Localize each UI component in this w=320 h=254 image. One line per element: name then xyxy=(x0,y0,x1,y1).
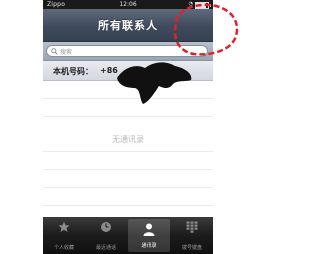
tab-label: 拨号键盘 xyxy=(181,245,202,251)
tab-favorites[interactable]: 个人收藏 xyxy=(43,217,85,254)
tab-label: 通讯录 xyxy=(141,243,157,249)
tab-contacts[interactable]: 通讯录 xyxy=(128,219,170,252)
search-input[interactable]: 搜索 xyxy=(46,45,208,57)
star-icon xyxy=(58,221,70,232)
list-divider xyxy=(43,169,213,170)
status-time: 12:06 xyxy=(119,1,137,8)
empty-contacts-text: 无通讯录 xyxy=(112,135,144,144)
phone-screen: Zippo 12:06 ◔ 所有联系人 搜索 本机号码： +86 无通讯录 个人… xyxy=(43,0,213,254)
tab-bar: 个人收藏 最近通话 通讯录 拨号键盘 xyxy=(43,217,213,254)
tab-label: 个人收藏 xyxy=(53,245,74,251)
nav-bar: 所有联系人 xyxy=(43,9,213,42)
my-number-label: 本机号码： xyxy=(53,67,93,76)
contacts-icon xyxy=(143,223,155,236)
list-divider xyxy=(43,205,213,206)
keypad-icon xyxy=(186,221,198,233)
battery-fill xyxy=(196,2,207,8)
tab-label: 最近通话 xyxy=(95,245,116,251)
status-bar: Zippo 12:06 ◔ xyxy=(43,0,213,9)
search-placeholder: 搜索 xyxy=(60,48,73,56)
status-right-group: ◔ xyxy=(188,0,211,9)
list-divider xyxy=(43,151,213,152)
list-divider xyxy=(43,116,213,117)
list-divider xyxy=(43,187,213,188)
search-icon xyxy=(51,47,58,55)
clock-icon xyxy=(101,222,111,232)
battery-icon xyxy=(195,1,211,9)
wifi-icon: ◔ xyxy=(188,1,193,7)
tab-recents[interactable]: 最近通话 xyxy=(85,217,127,254)
tab-keypad[interactable]: 拨号键盘 xyxy=(171,217,213,254)
redaction-scribble xyxy=(117,62,192,104)
page-title: 所有联系人 xyxy=(98,19,158,32)
